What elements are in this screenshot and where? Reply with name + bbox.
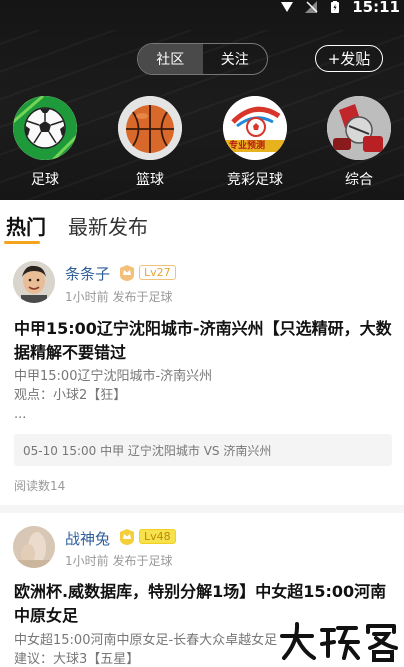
divider xyxy=(0,505,404,513)
category-row: 足球 篮球 专业预测 竞彩足球 综合 xyxy=(0,96,404,192)
status-bar: 15:11 xyxy=(280,0,400,16)
basketball-icon xyxy=(118,96,182,160)
post-meta: 1小时前 发布于足球 xyxy=(65,290,173,304)
category-label: 综合 xyxy=(345,172,373,188)
community-header: 15:11 社区 关注 +发贴 足球 篮球 专业预测 竞彩足球 综合 xyxy=(0,0,404,200)
lottery-football-icon: 专业预测 xyxy=(223,96,287,160)
level-crown-icon xyxy=(120,265,134,281)
username[interactable]: 战神兔 xyxy=(65,528,110,549)
community-follow-switch: 社区 关注 xyxy=(137,43,268,75)
post-excerpt: 中甲15:00辽宁沈阳城市-济南兴州 观点：小球2【狂】 ... xyxy=(14,367,392,424)
category-general[interactable]: 综合 xyxy=(319,96,399,189)
create-post-button[interactable]: +发贴 xyxy=(315,45,383,72)
avatar[interactable] xyxy=(13,526,55,568)
tab-community[interactable]: 社区 xyxy=(138,44,203,74)
general-icon xyxy=(327,96,391,160)
username[interactable]: 条条子 xyxy=(65,263,110,284)
level-crown-icon xyxy=(120,529,134,545)
signal-icon xyxy=(281,2,294,12)
excerpt-line: 观点：小球2【狂】 xyxy=(14,388,127,403)
category-label: 篮球 xyxy=(136,172,164,188)
tab-latest[interactable]: 最新发布 xyxy=(68,211,148,240)
feed-tabs: 热门 最新发布 xyxy=(6,211,148,240)
category-lottery-football[interactable]: 专业预测 竞彩足球 xyxy=(215,96,295,189)
tab-follow[interactable]: 关注 xyxy=(203,44,268,74)
category-label: 足球 xyxy=(31,172,59,188)
post-meta: 1小时前 发布于足球 xyxy=(65,554,173,568)
excerpt-line: 中甲15:00辽宁沈阳城市-济南兴州 xyxy=(14,369,213,384)
level-badge: Lv48 xyxy=(139,529,176,544)
watermark-logo xyxy=(280,622,398,662)
category-basketball[interactable]: 篮球 xyxy=(110,96,190,189)
lottery-badge-text: 专业预测 xyxy=(229,141,266,151)
active-tab-indicator xyxy=(4,241,40,244)
match-card[interactable]: 05-10 15:00 中甲 辽宁沈阳城市 VS 济南兴州 xyxy=(14,434,392,466)
soccer-ball-icon xyxy=(13,96,77,160)
category-label: 竞彩足球 xyxy=(227,172,283,188)
category-football[interactable]: 足球 xyxy=(5,96,85,189)
level-badge: Lv27 xyxy=(139,265,176,280)
battery-icon xyxy=(331,1,340,13)
post-title[interactable]: 中甲15:00辽宁沈阳城市-济南兴州【只选精研，大数据精解不要错过 xyxy=(14,317,392,365)
avatar[interactable] xyxy=(13,261,55,303)
read-count: 阅读数14 xyxy=(14,479,66,493)
excerpt-line: ... xyxy=(14,407,27,422)
status-time: 15:11 xyxy=(352,0,400,16)
feed-panel: 热门 最新发布 条条子 Lv27 1小时前 发布于足球 中甲15:00辽宁沈阳城… xyxy=(0,201,404,667)
no-sim-icon xyxy=(305,1,318,13)
tab-hot[interactable]: 热门 xyxy=(6,211,46,240)
